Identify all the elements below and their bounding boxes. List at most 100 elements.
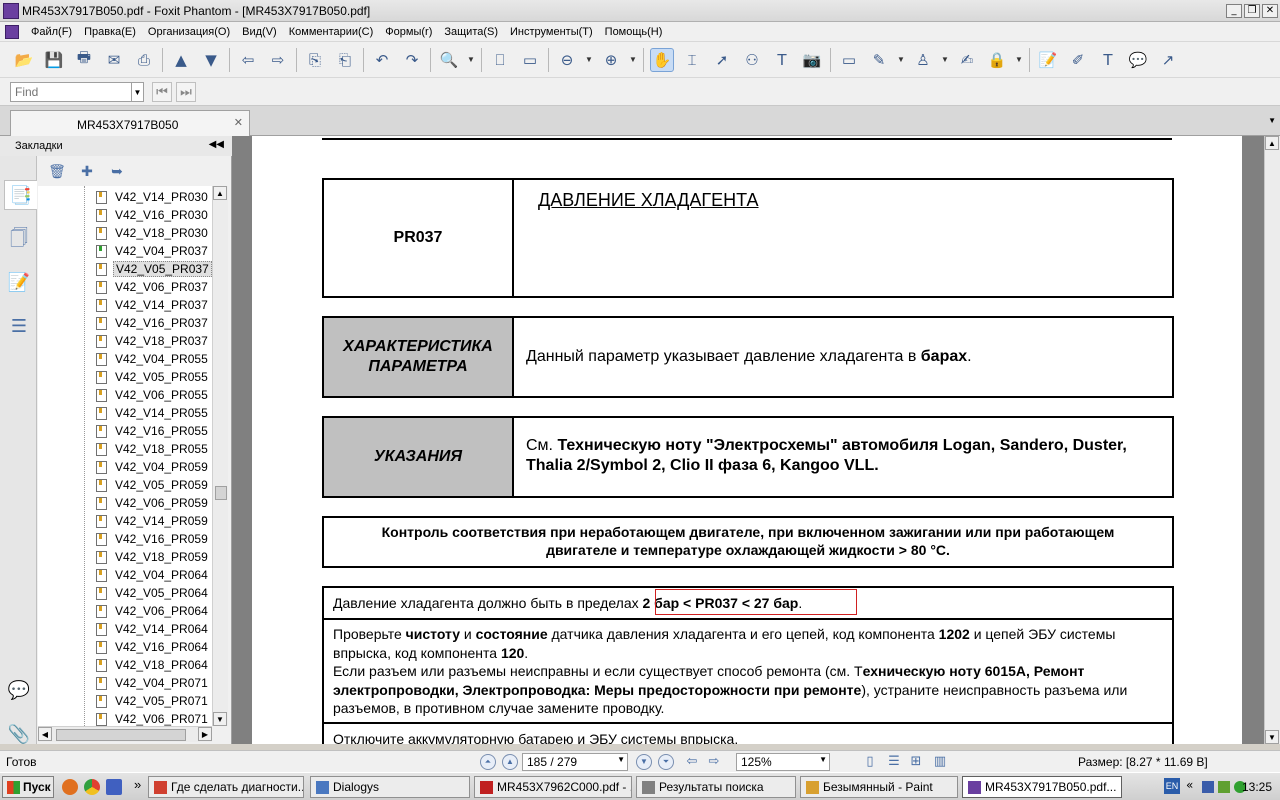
typewriter-icon[interactable]: T bbox=[770, 48, 794, 72]
minimize-button[interactable]: _ bbox=[1226, 3, 1242, 18]
network-icon[interactable] bbox=[1202, 781, 1214, 793]
previous-view-icon[interactable]: ⇦ bbox=[684, 754, 700, 770]
scroll-down-icon[interactable]: ▼ bbox=[213, 712, 227, 726]
find-next-icon[interactable]: ⏭ bbox=[176, 81, 196, 102]
bookmark-item[interactable]: V42_V06_PR059 bbox=[96, 494, 210, 512]
bookmark-item[interactable]: V42_V06_PR055 bbox=[96, 386, 210, 404]
taskbar-item[interactable]: MR453X7962C000.pdf - ... bbox=[474, 776, 632, 798]
document-menu-icon[interactable] bbox=[5, 24, 19, 39]
select-annotation-icon[interactable]: ➚ bbox=[710, 48, 734, 72]
tray-expand-icon[interactable]: « bbox=[1186, 778, 1193, 792]
save-icon[interactable]: 💾 bbox=[42, 48, 66, 72]
fit-width-icon[interactable]: ▭ bbox=[518, 48, 542, 72]
restore-button[interactable]: ❐ bbox=[1244, 3, 1260, 18]
zoom-in-dropdown-icon[interactable]: ▼ bbox=[629, 55, 637, 64]
bookmark-item[interactable]: V42_V05_PR037 bbox=[96, 260, 212, 278]
continuous-facing-view-icon[interactable]: ▥ bbox=[932, 754, 948, 770]
scroll-thumb[interactable] bbox=[56, 729, 186, 741]
bookmark-item[interactable]: V42_V05_PR059 bbox=[96, 476, 210, 494]
previous-page-icon[interactable]: ▲ bbox=[169, 48, 193, 72]
bookmark-item[interactable]: V42_V04_PR059 bbox=[96, 458, 210, 476]
taskbar-item-active[interactable]: MR453X7917B050.pdf... bbox=[962, 776, 1122, 798]
scroll-right-icon[interactable]: ▶ bbox=[198, 727, 212, 741]
bookmark-item[interactable]: V42_V04_PR055 bbox=[96, 350, 210, 368]
bookmark-item[interactable]: V42_V14_PR037 bbox=[96, 296, 210, 314]
edit-document-icon[interactable]: 📝 bbox=[1036, 48, 1060, 72]
bookmark-item[interactable]: V42_V16_PR037 bbox=[96, 314, 210, 332]
text-box-icon[interactable]: T bbox=[1096, 48, 1120, 72]
scroll-left-icon[interactable]: ◀ bbox=[38, 727, 52, 741]
single-page-view-icon[interactable]: ▯ bbox=[862, 754, 878, 770]
menu-tools[interactable]: Инструменты(T) bbox=[504, 26, 599, 38]
bookmark-item[interactable]: V42_V06_PR037 bbox=[96, 278, 210, 296]
quicklaunch-firefox-icon[interactable] bbox=[62, 779, 78, 795]
prev-page-icon[interactable]: ▲ bbox=[502, 754, 518, 770]
continuous-view-icon[interactable]: ☰ bbox=[886, 754, 902, 770]
zoom-dropdown-icon[interactable]: ▼ bbox=[467, 55, 475, 64]
quicklaunch-more-icon[interactable]: » bbox=[134, 777, 141, 792]
open-folder-icon[interactable]: 📂 bbox=[12, 48, 36, 72]
lock-icon[interactable]: 🔒 bbox=[985, 48, 1009, 72]
bookmark-item[interactable]: V42_V14_PR030 bbox=[96, 188, 210, 206]
zoom-dropdown-icon[interactable]: ▼ bbox=[819, 755, 827, 764]
menu-edit[interactable]: Правка(E) bbox=[78, 26, 142, 38]
next-view-icon[interactable]: ⇨ bbox=[706, 754, 722, 770]
page-number-field[interactable]: 185 / 279 ▼ bbox=[522, 753, 628, 771]
quicklaunch-chrome-icon[interactable] bbox=[84, 779, 100, 795]
menu-help[interactable]: Помощь(H) bbox=[599, 26, 669, 38]
tab-list-dropdown-icon[interactable]: ▼ bbox=[1268, 116, 1276, 125]
document-vertical-scrollbar[interactable]: ▲ ▼ bbox=[1264, 136, 1280, 744]
find-input[interactable] bbox=[10, 81, 132, 102]
hand-tool-icon[interactable]: ✋ bbox=[650, 47, 674, 72]
undo-icon[interactable]: ↶ bbox=[370, 48, 394, 72]
first-page-icon[interactable]: ⏶ bbox=[480, 754, 496, 770]
bookmark-item[interactable]: V42_V04_PR037 bbox=[96, 242, 210, 260]
stamp-icon[interactable]: ♙ bbox=[911, 48, 935, 72]
bookmark-item[interactable]: V42_V14_PR064 bbox=[96, 620, 210, 638]
bookmarks-vertical-scrollbar[interactable]: ▲ ▼ bbox=[212, 186, 228, 726]
facing-view-icon[interactable]: ⊞ bbox=[908, 754, 924, 770]
note-comment-icon[interactable]: 💬 bbox=[1126, 48, 1150, 72]
start-button[interactable]: Пуск bbox=[2, 776, 54, 798]
taskbar-item[interactable]: Результаты поиска bbox=[636, 776, 796, 798]
back-arrow-icon[interactable]: ⇦ bbox=[236, 48, 260, 72]
zoom-out-icon[interactable]: ⊖ bbox=[555, 48, 579, 72]
scroll-up-icon[interactable]: ▲ bbox=[213, 186, 227, 200]
snapshot-icon[interactable]: 📷 bbox=[800, 48, 824, 72]
next-page-circle-icon[interactable]: ▼ bbox=[636, 754, 652, 770]
menu-forms[interactable]: Формы(r) bbox=[379, 26, 438, 38]
taskbar-item[interactable]: Dialogys bbox=[310, 776, 470, 798]
lock-dropdown-icon[interactable]: ▼ bbox=[1015, 55, 1023, 64]
bookmark-item[interactable]: V42_V16_PR055 bbox=[96, 422, 210, 440]
edit-form-dropdown-icon[interactable]: ▼ bbox=[897, 55, 905, 64]
signal-strength-icon[interactable] bbox=[1218, 781, 1230, 793]
stamp-dropdown-icon[interactable]: ▼ bbox=[941, 55, 949, 64]
form-field-icon[interactable]: ▭ bbox=[837, 48, 861, 72]
bookmark-item[interactable]: V42_V04_PR071 bbox=[96, 674, 210, 692]
menu-view[interactable]: Вид(V) bbox=[236, 26, 283, 38]
menu-protect[interactable]: Защита(S) bbox=[438, 26, 504, 38]
bookmark-item[interactable]: V42_V16_PR030 bbox=[96, 206, 210, 224]
bookmarks-horizontal-scrollbar[interactable]: ◀ ▶ bbox=[38, 726, 212, 742]
bookmark-item[interactable]: V42_V18_PR037 bbox=[96, 332, 210, 350]
quicklaunch-app-icon[interactable] bbox=[106, 779, 122, 795]
email-icon[interactable]: ✉ bbox=[102, 48, 126, 72]
bookmark-item[interactable]: V42_V14_PR059 bbox=[96, 512, 210, 530]
page-dropdown-icon[interactable]: ▼ bbox=[617, 755, 625, 764]
bookmark-item[interactable]: V42_V05_PR064 bbox=[96, 584, 210, 602]
delete-bookmark-icon[interactable]: 🗑 bbox=[46, 161, 68, 183]
bookmark-item[interactable]: V42_V18_PR059 bbox=[96, 548, 210, 566]
bookmark-item[interactable]: V42_V06_PR071 bbox=[96, 710, 210, 726]
bookmarks-tab-icon[interactable]: 📑 bbox=[4, 180, 37, 210]
redo-icon[interactable]: ↷ bbox=[400, 48, 424, 72]
close-tab-icon[interactable]: ✕ bbox=[234, 116, 243, 129]
bookmark-item[interactable]: V42_V18_PR064 bbox=[96, 656, 210, 674]
taskbar-item[interactable]: Где сделать диагности... bbox=[148, 776, 304, 798]
bookmark-item[interactable]: V42_V18_PR030 bbox=[96, 224, 210, 242]
layers-tab-icon[interactable]: ☰ bbox=[6, 312, 32, 342]
foxit-app-icon[interactable] bbox=[3, 2, 19, 19]
zoom-in-icon[interactable]: ⊕ bbox=[599, 48, 623, 72]
edit-object-icon[interactable]: ✐ bbox=[1066, 48, 1090, 72]
menu-file[interactable]: Файл(F) bbox=[25, 26, 78, 38]
bookmark-item[interactable]: V42_V05_PR071 bbox=[96, 692, 210, 710]
